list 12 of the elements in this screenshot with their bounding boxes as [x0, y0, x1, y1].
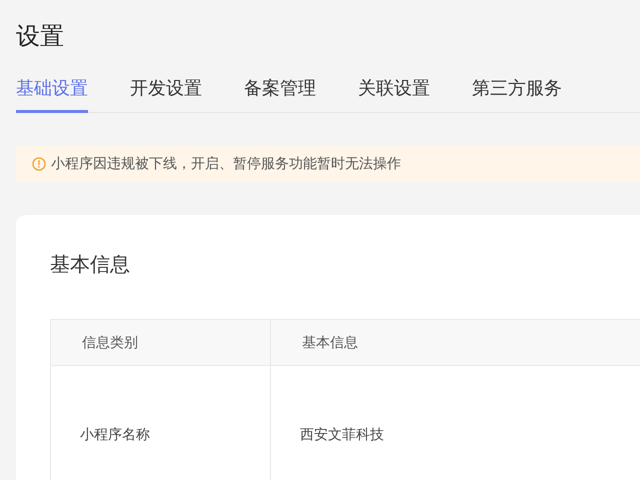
table-cell: 小程序名称 — [50, 366, 270, 480]
info-icon — [32, 157, 46, 171]
alert-message: 小程序因违规被下线，开启、暂停服务功能暂时无法操作 — [51, 155, 401, 173]
card-title: 基本信息 — [50, 251, 131, 278]
page-title: 设置 — [16, 21, 65, 52]
tab[interactable]: 关联设置 — [358, 76, 430, 113]
column-header: 基本信息 — [270, 320, 640, 366]
tab[interactable]: 备案管理 — [244, 76, 316, 113]
tab[interactable]: 开发设置 — [130, 76, 202, 113]
tab[interactable]: 基础设置 — [16, 76, 88, 113]
tab[interactable]: 第三方服务 — [472, 76, 562, 113]
column-header: 信息类别 — [50, 320, 270, 366]
